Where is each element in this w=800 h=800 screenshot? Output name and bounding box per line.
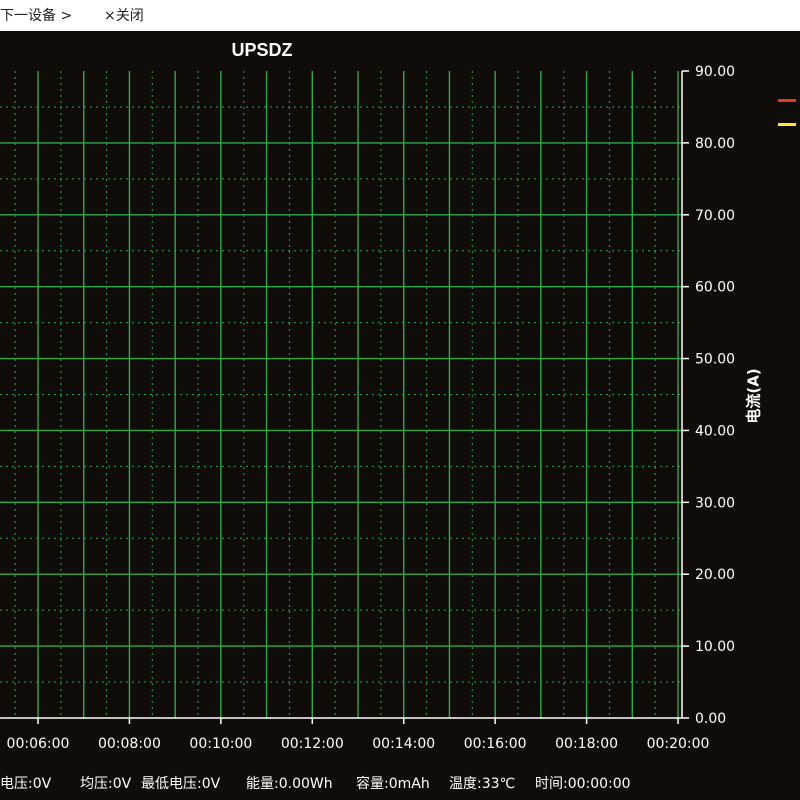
y-tick-label: 60.00 <box>695 280 735 296</box>
y-tick-label: 20.00 <box>695 567 735 583</box>
status-avg-voltage: 均压:0V <box>80 776 132 792</box>
chart-area: UPSDZ 电流(A) 0.00 10.00 20.00 30.00 40.00 50.0… <box>0 31 800 768</box>
y-tick-label: 0.00 <box>695 711 726 727</box>
status-min-voltage: 最低电压:0V <box>141 776 221 792</box>
status-bar: 高电压:0V 均压:0V 最低电压:0V 能量:0.00Wh 容量:0mAh 温… <box>0 770 800 800</box>
y-tick-label: 10.00 <box>695 639 735 655</box>
x-tick-label: 00:06:00 <box>7 736 70 752</box>
y-tick-label: 50.00 <box>695 352 735 368</box>
x-tick-label: 00:14:00 <box>372 736 435 752</box>
current-chart: 0.00 10.00 20.00 30.00 40.00 50.00 60.00 70.00 8… <box>0 64 735 752</box>
y-tick-label: 30.00 <box>695 495 735 511</box>
x-tick-label: 00:08:00 <box>98 736 161 752</box>
status-max-voltage: 高电压:0V <box>0 776 52 792</box>
status-temperature: 温度:33℃ <box>449 776 516 792</box>
x-tick-label: 00:16:00 <box>464 736 527 752</box>
x-tick-label: 00:12:00 <box>281 736 344 752</box>
close-button[interactable]: ×关闭 <box>104 5 144 25</box>
status-time: 时间:00:00:00 <box>535 776 631 792</box>
x-tick-label: 00:10:00 <box>189 736 252 752</box>
y-tick-label: 80.00 <box>695 136 735 152</box>
status-capacity: 容量:0mAh <box>356 776 430 792</box>
toolbar: 下一设备 > ×关闭 <box>0 0 800 31</box>
y-tick-label: 70.00 <box>695 208 735 224</box>
y-tick-label: 90.00 <box>695 64 735 80</box>
next-device-button[interactable]: 下一设备 > <box>0 5 72 25</box>
status-energy: 能量:0.00Wh <box>246 776 333 792</box>
x-tick-label: 00:18:00 <box>555 736 618 752</box>
x-tick-label: 00:20:00 <box>647 736 710 752</box>
y-tick-label: 40.00 <box>695 423 735 439</box>
